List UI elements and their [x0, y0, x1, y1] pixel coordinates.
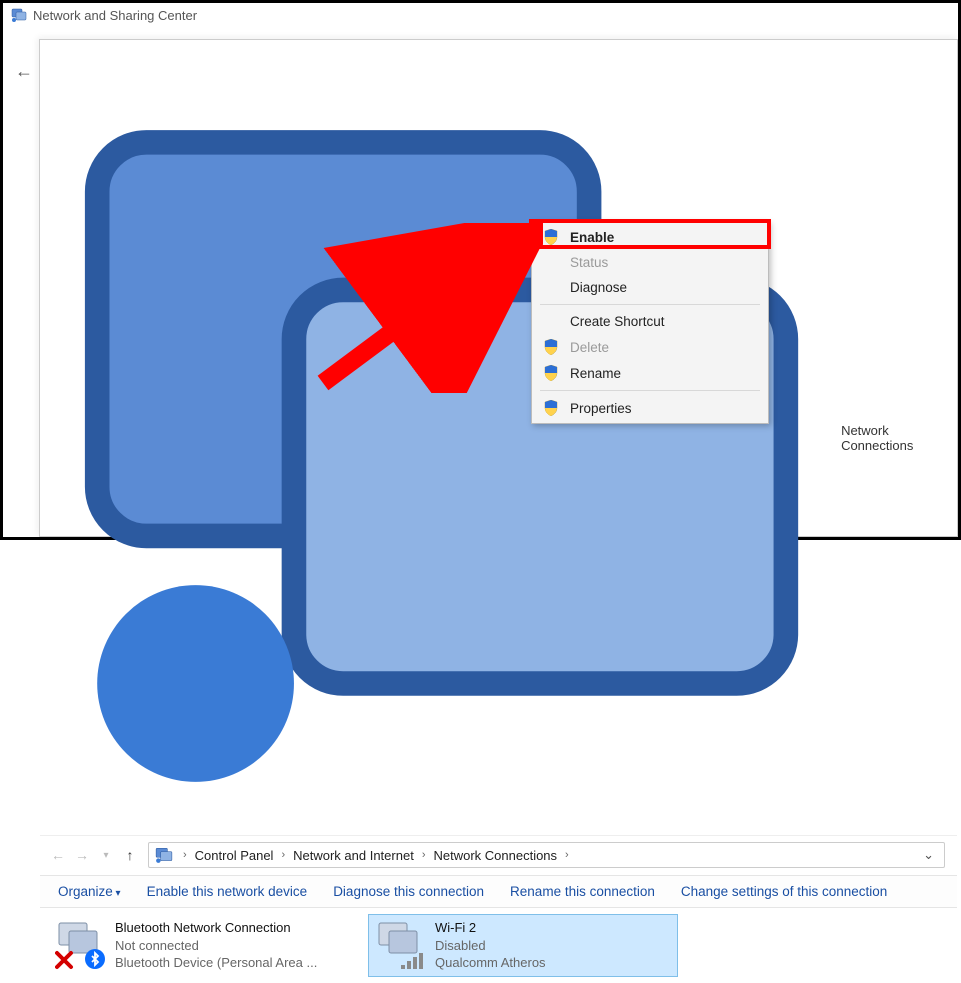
ctx-status: Status — [532, 250, 768, 275]
diagnose-connection-button[interactable]: Diagnose this connection — [333, 884, 484, 899]
breadcrumb-sep-icon[interactable]: › — [561, 849, 573, 861]
nav-bar: ← → ▾ ↑ › Control Panel › Network and In… — [40, 836, 957, 875]
network-sharing-icon — [11, 7, 27, 23]
nav-forward-button[interactable]: → — [72, 845, 92, 865]
breadcrumb-icon — [155, 846, 173, 864]
nav-recent-dropdown[interactable]: ▾ — [96, 845, 116, 865]
shield-icon — [542, 339, 560, 355]
adapter-hardware: Qualcomm Atheros — [435, 954, 546, 972]
context-menu: Enable Status Diagnose Create Shortcut D… — [531, 221, 769, 424]
global-back-arrow-icon[interactable]: ← — [15, 61, 33, 82]
inner-window-titlebar: Network Connections — [40, 40, 957, 836]
adapter-hardware: Bluetooth Device (Personal Area ... — [115, 954, 317, 972]
breadcrumb-sep-icon[interactable]: › — [179, 849, 191, 861]
breadcrumb-sep-icon[interactable]: › — [277, 849, 289, 861]
ctx-enable-label: Enable — [570, 230, 614, 245]
shield-icon — [542, 229, 560, 245]
bluetooth-adapter-icon — [55, 919, 107, 971]
organize-menu[interactable]: Organize — [58, 884, 121, 899]
breadcrumb-item-control-panel[interactable]: Control Panel — [193, 848, 276, 863]
parent-window-title: Network and Sharing Center — [33, 8, 197, 23]
breadcrumb-item-network-connections[interactable]: Network Connections — [431, 848, 559, 863]
adapter-name: Wi-Fi 2 — [435, 919, 546, 937]
network-connections-icon — [48, 44, 835, 831]
nav-up-button[interactable]: ↑ — [120, 845, 140, 865]
shield-icon — [542, 400, 560, 416]
adapter-name: Bluetooth Network Connection — [115, 919, 317, 937]
breadcrumb-sep-icon[interactable]: › — [418, 849, 430, 861]
enable-device-button[interactable]: Enable this network device — [147, 884, 308, 899]
ctx-shortcut-label: Create Shortcut — [570, 314, 665, 329]
ctx-rename[interactable]: Rename — [532, 360, 768, 386]
nav-back-button[interactable]: ← — [48, 845, 68, 865]
ctx-diagnose-label: Diagnose — [570, 280, 627, 295]
ctx-status-label: Status — [570, 255, 608, 270]
command-toolbar: Organize Enable this network device Diag… — [40, 875, 957, 908]
ctx-rename-label: Rename — [570, 366, 621, 381]
ctx-create-shortcut[interactable]: Create Shortcut — [532, 309, 768, 334]
adapter-item-wifi[interactable]: Wi-Fi 2 Disabled Qualcomm Atheros — [368, 914, 678, 977]
shield-icon — [542, 365, 560, 381]
breadcrumb[interactable]: › Control Panel › Network and Internet ›… — [148, 842, 945, 868]
ctx-separator — [540, 304, 760, 305]
parent-window-titlebar: Network and Sharing Center — [3, 3, 958, 27]
adapter-item-bluetooth[interactable]: Bluetooth Network Connection Not connect… — [48, 914, 358, 977]
ctx-enable[interactable]: Enable — [532, 224, 768, 250]
breadcrumb-history-dropdown[interactable]: ⌄ — [919, 847, 938, 863]
adapters-list: Bluetooth Network Connection Not connect… — [40, 908, 957, 983]
wifi-adapter-icon — [375, 919, 427, 971]
breadcrumb-item-network-internet[interactable]: Network and Internet — [291, 848, 416, 863]
change-settings-button[interactable]: Change settings of this connection — [681, 884, 887, 899]
ctx-diagnose[interactable]: Diagnose — [532, 275, 768, 300]
ctx-properties-label: Properties — [570, 401, 632, 416]
inner-window-title: Network Connections — [841, 423, 949, 453]
adapter-status: Disabled — [435, 937, 546, 955]
ctx-separator — [540, 390, 760, 391]
adapter-status: Not connected — [115, 937, 317, 955]
ctx-properties[interactable]: Properties — [532, 395, 768, 421]
rename-connection-button[interactable]: Rename this connection — [510, 884, 655, 899]
ctx-delete: Delete — [532, 334, 768, 360]
ctx-delete-label: Delete — [570, 340, 609, 355]
network-connections-window: Network Connections ← → ▾ ↑ › Control Pa… — [39, 39, 958, 537]
